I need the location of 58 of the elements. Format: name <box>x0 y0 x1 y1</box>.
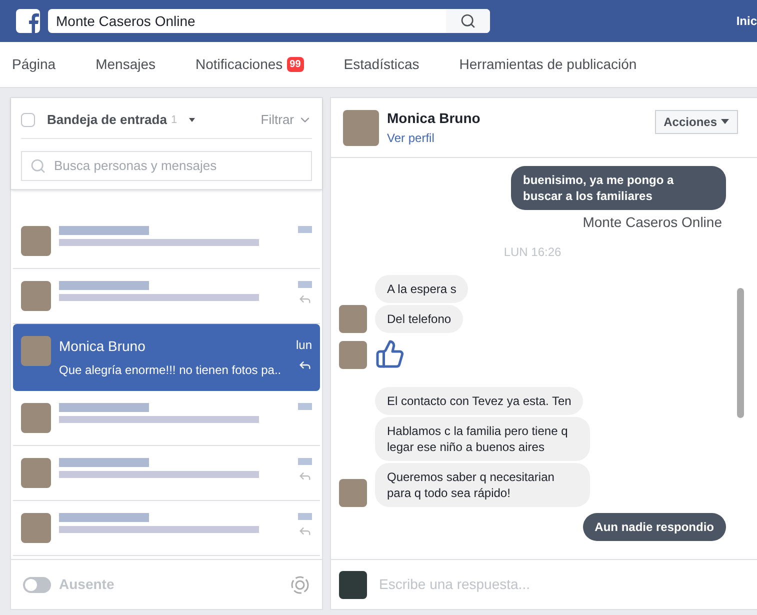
received-message: Queremos saber q necesitarian para q todo sea rápido! <box>375 463 590 507</box>
sent-message: buenisimo, ya me pongo a buscar a los familiares <box>511 166 726 210</box>
search-icon[interactable] <box>446 9 490 33</box>
page-tab[interactable]: Página <box>12 54 56 75</box>
refresh-icon[interactable] <box>290 574 310 594</box>
avatar-photo <box>343 110 379 146</box>
received-message: A la espera s <box>375 275 468 303</box>
received-message: El contacto con Tevez ya esta. Ten <box>375 387 584 415</box>
blurred-time <box>298 458 312 464</box>
message-preview: Que alegría enorme!!! no tienen fotos pa.. <box>59 362 280 378</box>
search-icon <box>30 158 46 174</box>
sender-name: Monte Caseros Online <box>582 213 722 232</box>
blurred-time <box>298 226 312 232</box>
message-time: lun <box>296 336 312 354</box>
logo-icon[interactable] <box>16 9 40 33</box>
conversation-item[interactable] <box>13 268 320 324</box>
unread-count: 1 <box>170 112 178 128</box>
avatar-photo <box>339 341 367 369</box>
blurred-time <box>298 512 312 520</box>
contact-name: Monica Bruno <box>59 336 146 356</box>
conversation-item[interactable] <box>13 446 320 500</box>
avatar-photo <box>339 305 367 333</box>
received-message: Del telefono <box>375 305 464 333</box>
page-tab[interactable]: Notificaciones 99 <box>196 54 304 75</box>
page-tab[interactable]: Estadísticas <box>344 54 420 75</box>
nav-link[interactable]: Inic <box>736 12 757 30</box>
avatar-photo <box>21 458 51 488</box>
contact-name: Monica Bruno <box>387 109 480 128</box>
avatar-photo <box>339 479 367 507</box>
page-tab[interactable]: Herramientas de publicación <box>459 54 637 75</box>
away-label: Ausente <box>59 575 114 594</box>
conversation-item[interactable]: Monica Bruno Que alegría enorme!!! no tienen fotos pa.. lun <box>13 324 320 390</box>
received-message: Hablamos c la familia pero tiene q legar ese niño a buenos aires <box>375 417 590 461</box>
blurred-time <box>298 280 312 288</box>
like-icon <box>375 339 405 369</box>
page-tab[interactable]: Mensajes <box>96 54 156 75</box>
notification-badge: 99 <box>286 57 304 72</box>
search-field[interactable]: Busca personas y mensajes <box>54 156 303 176</box>
avatar-photo <box>21 226 51 256</box>
search-bar[interactable]: Busca personas y mensajes <box>21 150 312 180</box>
conversation-item[interactable] <box>13 500 320 556</box>
caret-icon[interactable] <box>189 118 196 122</box>
conversation-item[interactable] <box>13 390 320 446</box>
select-all-checkbox[interactable] <box>21 112 35 127</box>
folder-dropdown[interactable]: Bandeja de entrada <box>47 110 167 130</box>
page-avatar <box>339 570 367 598</box>
timestamp: LUN 16:26 <box>504 244 562 261</box>
avatar-photo <box>21 512 51 542</box>
actions-button[interactable]: Acciones <box>654 110 738 134</box>
avatar-photo <box>21 402 51 432</box>
avatar-photo <box>21 280 51 310</box>
away-toggle[interactable] <box>23 576 51 592</box>
scrollbar-thumb[interactable] <box>737 288 744 418</box>
avatar-photo <box>21 336 51 366</box>
profile-link[interactable]: Ver perfil <box>387 129 480 147</box>
reply-field[interactable]: Escribe una respuesta... <box>379 574 757 595</box>
blurred-time <box>298 402 312 410</box>
sent-message: Aun nadie respondio <box>582 513 726 541</box>
